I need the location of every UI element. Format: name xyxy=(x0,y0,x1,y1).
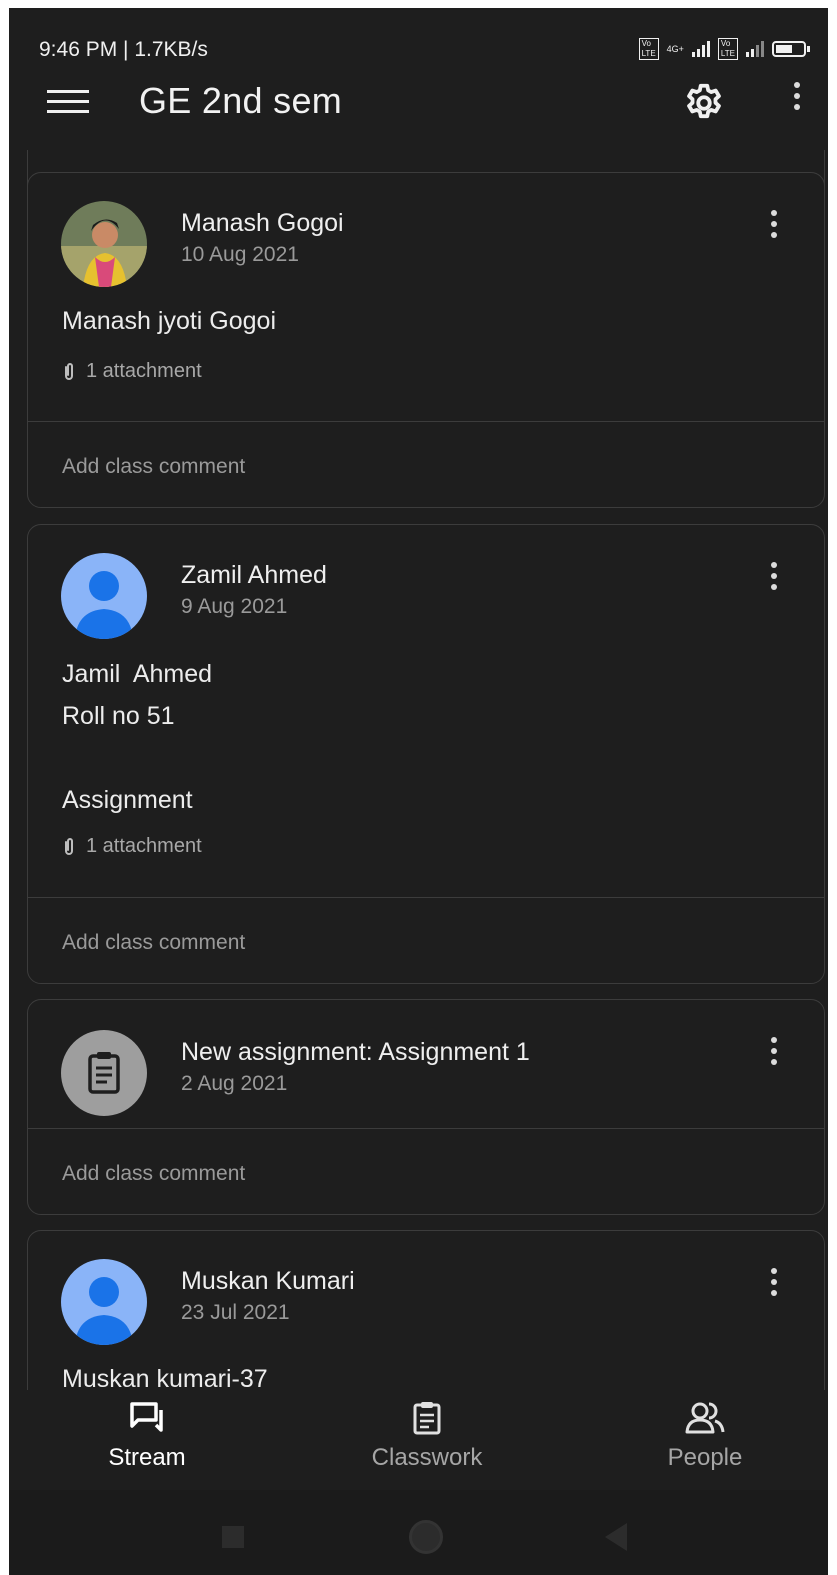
post-more-icon[interactable] xyxy=(768,562,780,596)
recents-button[interactable] xyxy=(222,1526,244,1548)
attachment-count: 1 attachment xyxy=(86,360,202,382)
nav-label: Stream xyxy=(108,1444,186,1471)
default-avatar-icon xyxy=(61,553,147,639)
add-class-comment[interactable]: Add class comment xyxy=(62,1162,245,1186)
avatar xyxy=(61,201,147,287)
classwork-icon xyxy=(413,1402,441,1435)
post-date: 10 Aug 2021 xyxy=(181,243,299,266)
class-title: GE 2nd sem xyxy=(139,80,343,121)
attachment-icon xyxy=(65,837,73,855)
more-options-icon[interactable] xyxy=(791,82,803,118)
volte-icon: Vo LTE xyxy=(638,38,659,60)
signal-icon xyxy=(691,41,710,57)
post-body: Muskan kumari-37 xyxy=(62,1365,268,1390)
attachment-link[interactable]: 1 attachment xyxy=(62,835,202,858)
nav-classwork[interactable]: Classwork xyxy=(327,1400,527,1472)
home-button[interactable] xyxy=(409,1520,443,1554)
post-date: 2 Aug 2021 xyxy=(181,1072,288,1095)
status-bar: 9:46 PM | 1.7KB/s Vo LTE 4G+ Vo LTE xyxy=(9,8,828,78)
post-author: Muskan Kumari xyxy=(181,1267,355,1295)
add-class-comment[interactable]: Add class comment xyxy=(62,931,245,955)
stream-feed: Manash Gogoi 10 Aug 2021 Manash jyoti Go… xyxy=(9,150,828,1390)
nav-stream[interactable]: Stream xyxy=(47,1400,247,1472)
system-navigation-bar xyxy=(9,1490,828,1575)
nav-people[interactable]: People xyxy=(605,1400,805,1472)
app-bar: GE 2nd sem xyxy=(9,78,828,150)
avatar xyxy=(61,1259,147,1345)
phone-screen: 9:46 PM | 1.7KB/s Vo LTE 4G+ Vo LTE GE 2nd… xyxy=(9,8,828,1575)
post-card[interactable]: Manash Gogoi 10 Aug 2021 Manash jyoti Go… xyxy=(27,172,825,508)
menu-icon[interactable] xyxy=(47,90,89,120)
post-body: Manash jyoti Gogoi xyxy=(62,307,277,335)
post-author: New assignment: Assignment 1 xyxy=(181,1038,530,1066)
nav-label: Classwork xyxy=(371,1444,483,1471)
post-date: 23 Jul 2021 xyxy=(181,1301,290,1324)
assignment-avatar xyxy=(61,1030,147,1116)
network-type: 4G+ xyxy=(666,44,684,54)
card-divider xyxy=(28,421,824,422)
attachment-count: 1 attachment xyxy=(86,835,202,857)
post-date: 9 Aug 2021 xyxy=(181,595,288,618)
post-more-icon[interactable] xyxy=(768,1268,780,1302)
nav-label: People xyxy=(667,1444,743,1471)
battery-icon xyxy=(772,41,810,57)
assignment-post-card[interactable]: New assignment: Assignment 1 2 Aug 2021 … xyxy=(27,999,825,1215)
post-card[interactable]: Zamil Ahmed 9 Aug 2021 Jamil Ahmed Roll … xyxy=(27,524,825,984)
status-indicators: Vo LTE 4G+ Vo LTE xyxy=(638,38,810,60)
add-class-comment[interactable]: Add class comment xyxy=(62,455,245,479)
post-body: Jamil Ahmed Roll no 51 Assignment xyxy=(62,660,213,814)
post-card[interactable]: Muskan Kumari 23 Jul 2021 Muskan kumari-… xyxy=(27,1230,825,1390)
stream-icon xyxy=(130,1402,163,1432)
post-author: Zamil Ahmed xyxy=(181,561,327,589)
status-time: 9:46 PM | 1.7KB/s xyxy=(39,38,208,61)
attachment-icon xyxy=(65,362,73,380)
volte-icon-2: Vo LTE xyxy=(717,38,738,60)
settings-gear-icon[interactable] xyxy=(681,80,727,126)
bottom-navigation: Stream Classwork People xyxy=(9,1390,828,1490)
post-more-icon[interactable] xyxy=(768,1037,780,1071)
attachment-link[interactable]: 1 attachment xyxy=(62,360,202,383)
assignment-clipboard-icon xyxy=(88,1052,120,1094)
card-divider xyxy=(28,1128,824,1129)
people-icon xyxy=(685,1402,725,1434)
post-author: Manash Gogoi xyxy=(181,209,344,237)
card-divider xyxy=(28,897,824,898)
default-avatar-icon xyxy=(61,1259,147,1345)
post-more-icon[interactable] xyxy=(768,210,780,244)
signal-icon-2 xyxy=(746,41,764,57)
profile-photo-icon xyxy=(61,201,147,287)
avatar xyxy=(61,553,147,639)
back-button[interactable] xyxy=(605,1523,627,1551)
